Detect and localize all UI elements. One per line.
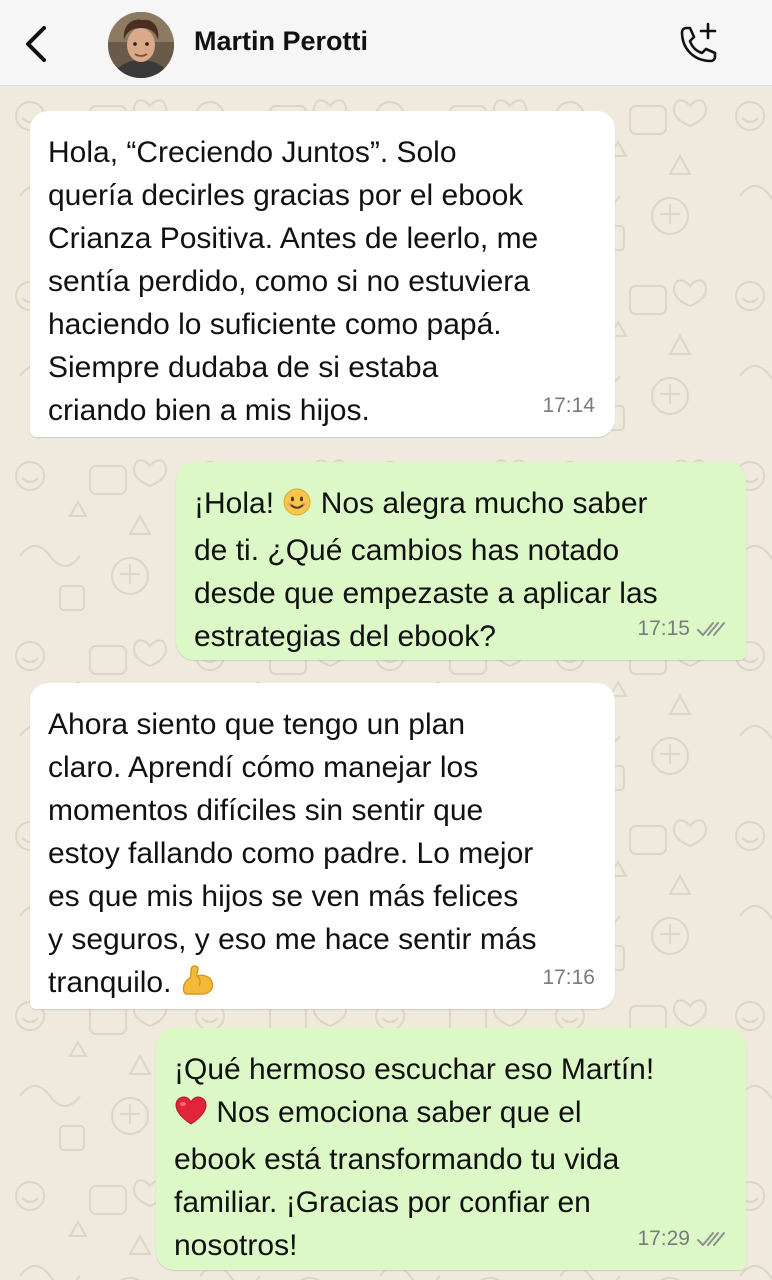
message-bubble-outgoing[interactable]: ¡Hola! Nos alegra mucho saber de ti. ¿Qu…: [176, 462, 746, 660]
message-text-part: Ahora siento que tengo un plan claro. Ap…: [48, 708, 537, 999]
flexed-biceps-emoji: [180, 964, 216, 1008]
double-check-icon: [697, 621, 725, 636]
message-meta: 17:29: [637, 1217, 726, 1260]
smiling-face-emoji: [282, 486, 312, 529]
chat-header: Martin Perotti: [0, 0, 772, 86]
message-text: Ahora siento que tengo un plan claro. Ap…: [48, 703, 597, 1008]
contact-name[interactable]: Martin Perotti: [194, 26, 368, 57]
message-time: 17:15: [637, 617, 690, 640]
message-time: 17:16: [542, 966, 595, 989]
chat-area[interactable]: Hola, “Creciendo Juntos”. Solo quería de…: [0, 86, 772, 1280]
message-bubble-incoming[interactable]: Hola, “Creciendo Juntos”. Solo quería de…: [30, 111, 615, 437]
message-text-part: ¡Qué hermoso escuchar eso Martín!: [174, 1053, 655, 1086]
phone-add-icon: [680, 22, 717, 63]
red-heart-emoji: [174, 1095, 208, 1138]
message-text: Hola, “Creciendo Juntos”. Solo quería de…: [48, 136, 539, 427]
message-meta: 17:14: [542, 384, 595, 427]
message-text-part: ¡Hola!: [194, 487, 283, 520]
message-bubble-outgoing[interactable]: ¡Qué hermoso escuchar eso Martín! Nos em…: [156, 1028, 746, 1270]
message-text-part: Nos emociona saber que el ebook está tra…: [174, 1096, 620, 1262]
message-time: 17:14: [542, 394, 595, 417]
message-bubble-incoming[interactable]: Ahora siento que tengo un plan claro. Ap…: [30, 683, 615, 1009]
chevron-left-icon: [26, 26, 46, 62]
message-meta: 17:15: [637, 607, 726, 650]
avatar[interactable]: [108, 12, 174, 78]
message-time: 17:29: [637, 1227, 690, 1250]
message-meta: 17:16: [542, 956, 595, 999]
back-button[interactable]: [18, 22, 58, 66]
double-check-icon: [697, 1231, 725, 1246]
add-call-button[interactable]: [672, 20, 722, 68]
